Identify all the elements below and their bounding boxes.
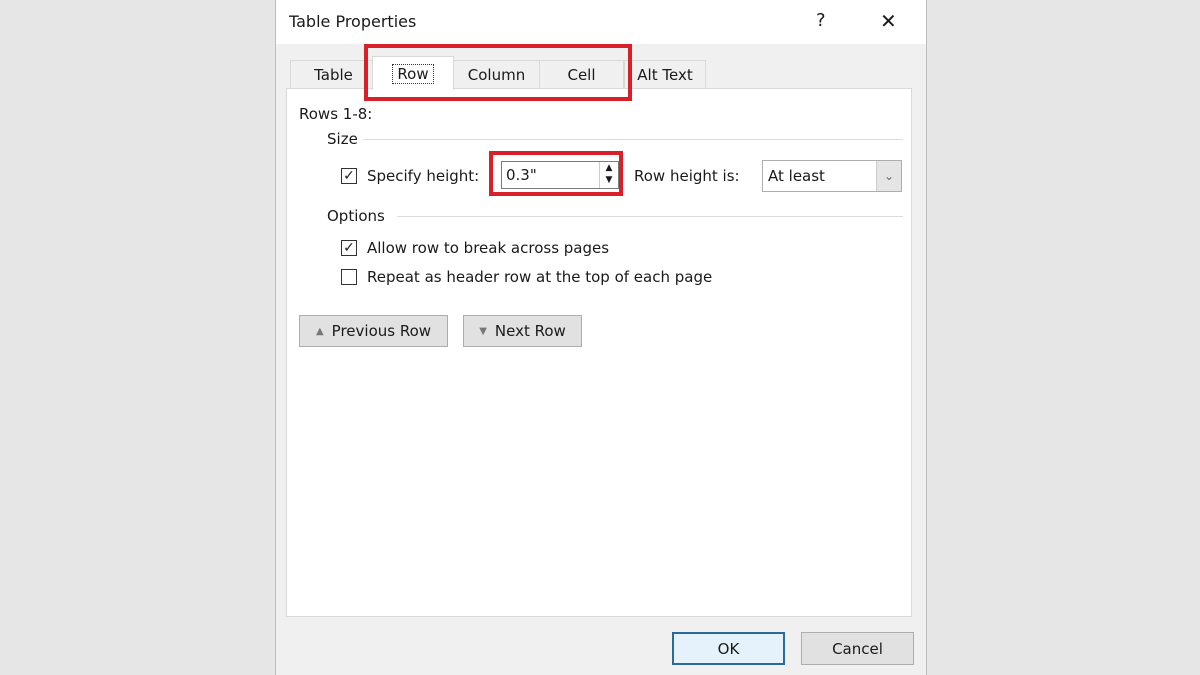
repeat-header-label: Repeat as header row at the top of each … [367, 268, 713, 286]
size-label: Size [327, 130, 358, 148]
dialog-title: Table Properties [289, 12, 417, 31]
tab-label: Table [314, 65, 353, 84]
triangle-up-icon: ▲ [315, 325, 324, 337]
highlight-height [489, 151, 623, 196]
button-label: Previous Row [331, 322, 432, 340]
row-height-is-select[interactable]: At least ⌄ [762, 160, 902, 192]
title-bar: Table Properties ? ✕ [276, 0, 926, 44]
highlight-tabs [364, 44, 632, 101]
ok-button[interactable]: OK [672, 632, 785, 665]
close-button[interactable]: ✕ [880, 9, 897, 33]
button-label: OK [717, 639, 740, 658]
repeat-header-checkbox[interactable] [341, 269, 357, 285]
cancel-button[interactable]: Cancel [801, 632, 914, 665]
button-label: Cancel [832, 639, 883, 658]
divider [363, 139, 903, 140]
allow-break-checkbox[interactable]: ✓ [341, 240, 357, 256]
allow-break-label: Allow row to break across pages [367, 239, 610, 257]
rows-label: Rows 1-8: [299, 105, 373, 123]
tab-alt-text[interactable]: Alt Text [624, 60, 706, 88]
triangle-down-icon: ▼ [479, 325, 487, 337]
button-label: Next Row [494, 322, 566, 340]
next-row-button[interactable]: ▼ Next Row [463, 315, 582, 347]
previous-row-button[interactable]: ▲ Previous Row [299, 315, 448, 347]
options-label: Options [327, 207, 385, 225]
row-height-is-label: Row height is: [634, 167, 740, 185]
specify-height-label: Specify height: [367, 167, 480, 185]
row-tab-panel: Rows 1-8: Size ✓ Specify height: 0.3" ▲ ▼… [286, 88, 912, 617]
table-properties-dialog: Table Properties ? ✕ Table Row Column Ce… [275, 0, 927, 675]
chevron-down-icon[interactable]: ⌄ [876, 161, 901, 191]
divider [397, 216, 903, 217]
tab-label: Alt Text [637, 65, 693, 84]
specify-height-checkbox[interactable]: ✓ [341, 168, 357, 184]
help-button[interactable]: ? [816, 10, 826, 31]
select-value: At least [768, 167, 825, 185]
